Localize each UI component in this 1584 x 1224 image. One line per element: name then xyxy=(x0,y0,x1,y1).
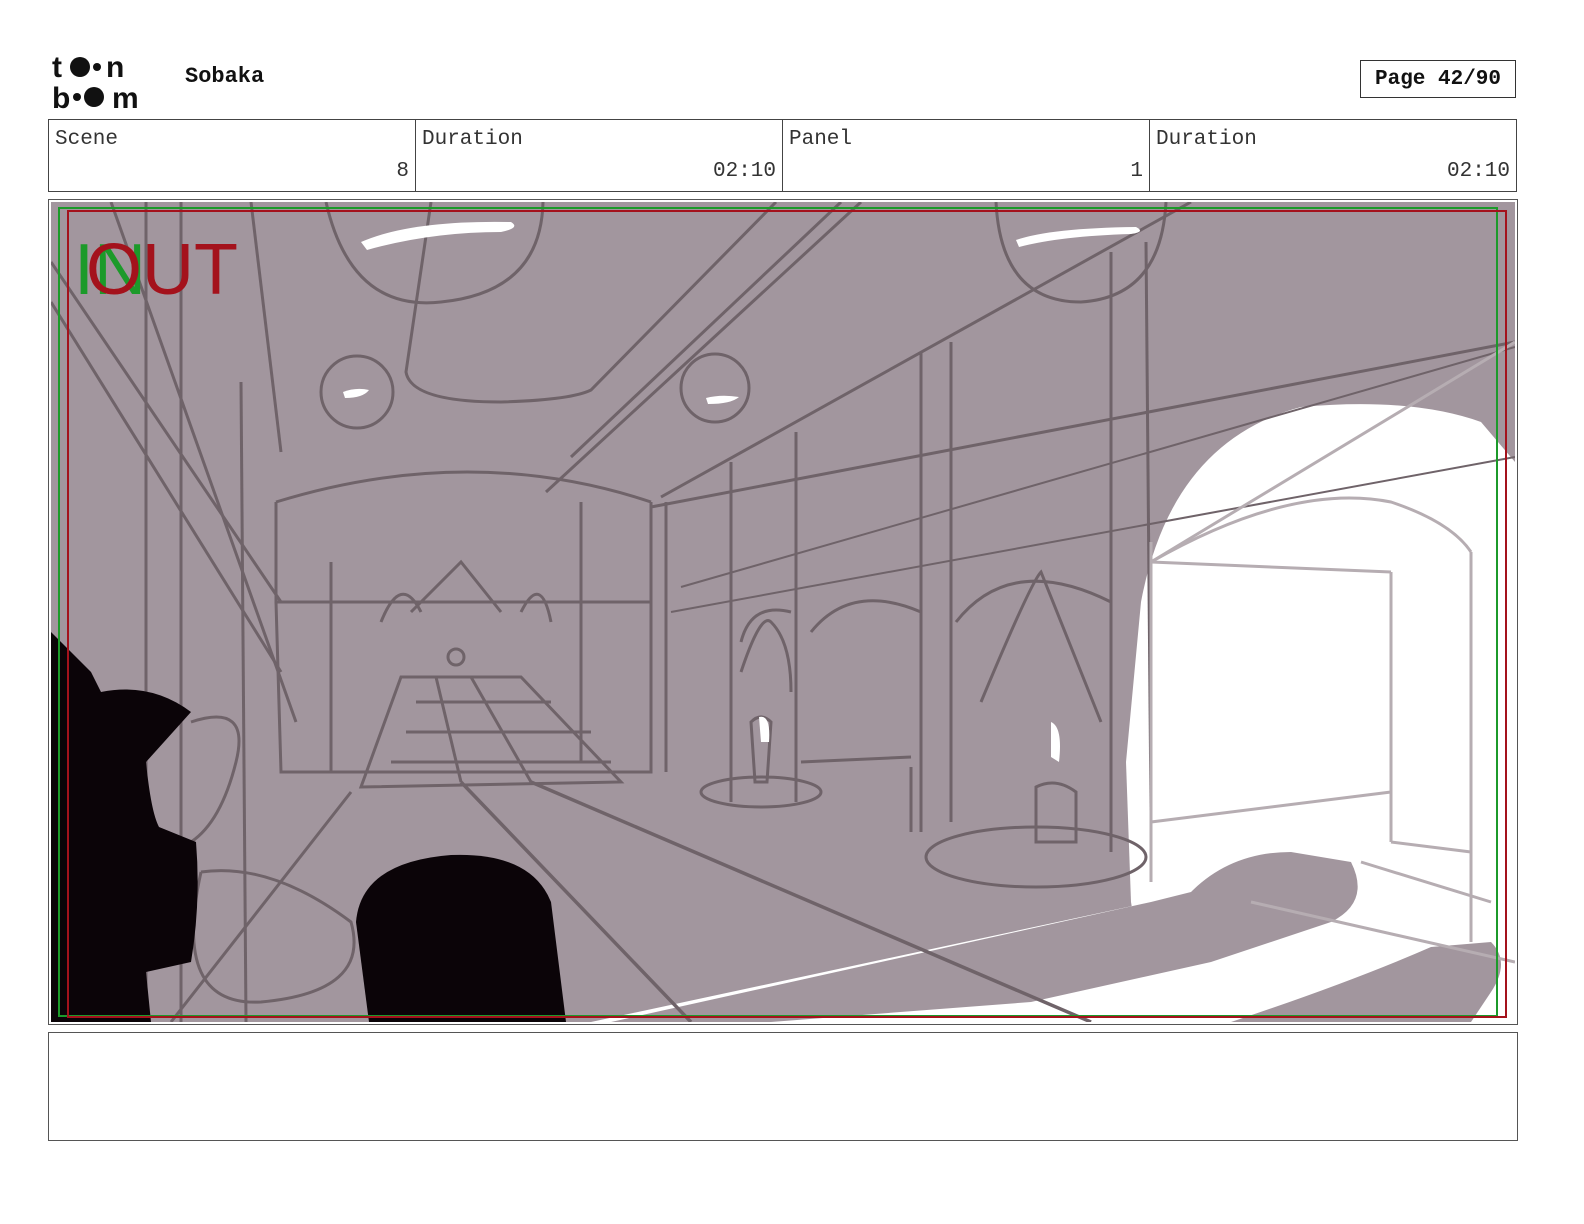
svg-text:n: n xyxy=(106,52,124,84)
panel-label: Panel xyxy=(789,128,853,151)
scene-duration-value: 02:10 xyxy=(712,160,776,183)
scene-duration-cell: Duration 02:10 xyxy=(416,120,783,191)
panel-duration-value: 02:10 xyxy=(1446,160,1510,183)
storyboard-panel-drawing xyxy=(51,202,1515,1022)
svg-text:b: b xyxy=(52,82,70,110)
panel-notes-box[interactable] xyxy=(48,1032,1518,1141)
svg-text:m: m xyxy=(112,82,139,110)
scene-cell: Scene 8 xyxy=(49,120,416,191)
panel-duration-cell: Duration 02:10 xyxy=(1150,120,1516,191)
page-indicator: Page 42/90 xyxy=(1360,60,1516,98)
scene-duration-label: Duration xyxy=(422,128,523,151)
project-title: Sobaka xyxy=(185,64,265,89)
out-marker: OUT xyxy=(86,230,238,310)
scene-value: 8 xyxy=(396,160,409,183)
panel-value: 1 xyxy=(1130,160,1143,183)
scene-info-table: Scene 8 Duration 02:10 Panel 1 Duration … xyxy=(48,119,1517,192)
panel-duration-label: Duration xyxy=(1156,128,1257,151)
panel-cell: Panel 1 xyxy=(783,120,1150,191)
in-out-markers: IN OUT xyxy=(74,234,264,314)
svg-text:t: t xyxy=(52,52,62,84)
toon-boom-logo: t n b m xyxy=(52,52,139,110)
scene-label: Scene xyxy=(55,128,119,151)
